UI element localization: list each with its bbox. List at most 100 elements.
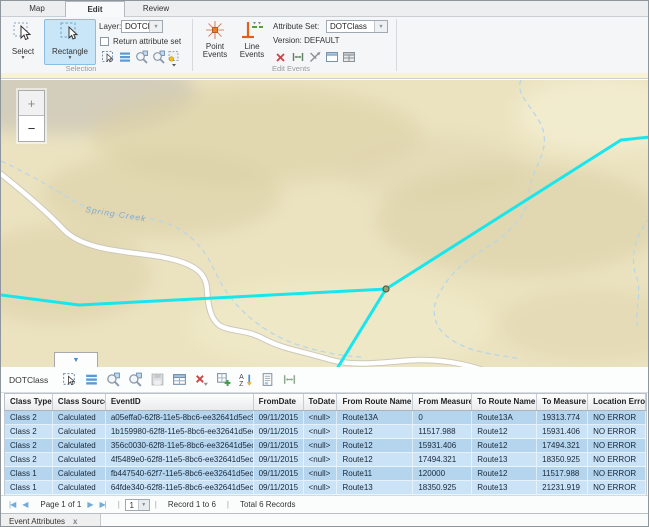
layer-dropdown-arrow-icon[interactable]: ▼ <box>149 21 162 32</box>
svg-text:A: A <box>239 374 244 381</box>
save-edits-icon[interactable] <box>150 372 165 387</box>
delete-event-icon[interactable] <box>274 50 288 64</box>
open-table-icon[interactable] <box>172 372 187 387</box>
table-cell: 0 <box>413 411 472 424</box>
column-header[interactable]: To Route Name <box>472 394 537 410</box>
report-icon[interactable] <box>260 372 275 387</box>
select-dropdown-caret-icon[interactable]: ▼ <box>5 56 41 60</box>
column-header[interactable]: From Measure <box>413 394 472 410</box>
line-events-button[interactable]: Line Events <box>235 19 269 65</box>
pan-to-selected-icon[interactable] <box>128 372 143 387</box>
separator: | <box>155 500 157 509</box>
column-header[interactable]: Class Source <box>53 394 106 410</box>
attribute-table-icon[interactable] <box>342 50 356 64</box>
layer-dropdown[interactable]: DOTClass ▼ <box>121 20 163 33</box>
table-cell: 4f5489e0-62f8-11e5-8bc6-ee32641d5ec9 <box>106 453 254 466</box>
column-header[interactable]: EventID <box>106 394 254 410</box>
table-cell: NO ERROR <box>588 453 646 466</box>
select-button[interactable]: Select ▼ <box>4 19 42 65</box>
column-header[interactable]: ToDate <box>304 394 338 410</box>
pan-to-selection-icon[interactable] <box>152 50 166 64</box>
line-events-icon <box>240 33 264 42</box>
table-cell: <null> <box>304 467 338 480</box>
select-by-rectangle-icon[interactable] <box>101 50 115 64</box>
attribute-window-icon[interactable] <box>325 50 339 64</box>
column-header[interactable]: FromDate <box>254 394 304 410</box>
table-row[interactable]: Class 2Calculateda05effa0-62f8-11e5-8bc6… <box>5 411 646 425</box>
return-attribute-set-checkbox[interactable] <box>100 37 109 46</box>
separator: | <box>227 500 229 509</box>
column-header[interactable]: Class Type <box>5 394 53 410</box>
page-number-value: 1 <box>126 500 138 510</box>
delete-record-icon[interactable] <box>194 372 209 387</box>
column-header[interactable]: From Route Name <box>337 394 413 410</box>
table-cell: <null> <box>304 481 338 494</box>
tab-map[interactable]: Map <box>9 1 65 17</box>
first-page-button[interactable]: |◀ <box>9 500 15 509</box>
table-cell: <null> <box>304 425 338 438</box>
separator: | <box>118 500 120 509</box>
edit-events-group-label: Edit Events <box>231 64 351 73</box>
table-cell: Calculated <box>53 411 106 424</box>
table-row[interactable]: Class 2Calculated1b159980-62f8-11e5-8bc6… <box>5 425 646 439</box>
split-event-icon[interactable] <box>308 50 322 64</box>
table-cell: Class 1 <box>5 467 53 480</box>
table-cell: 15931.406 <box>413 439 472 452</box>
column-header[interactable]: To Measure <box>537 394 588 410</box>
panel-collapse-button[interactable]: ▼ <box>54 352 98 367</box>
rectangle-button[interactable]: Rectangle ▼ <box>44 19 96 65</box>
table-cell: 64fde340-62f8-11e5-8bc6-ee32641d5ec9 <box>106 481 254 494</box>
zoom-out-button[interactable]: − <box>19 116 44 141</box>
selection-list-icon[interactable] <box>118 50 132 64</box>
rectangle-dropdown-caret-icon[interactable]: ▼ <box>45 56 95 60</box>
table-row[interactable]: Class 1Calculated64fde340-62f8-11e5-8bc6… <box>5 481 646 495</box>
tab-edit[interactable]: Edit <box>65 1 125 17</box>
table-cell: Class 2 <box>5 425 53 438</box>
sort-records-icon[interactable]: AZ <box>238 372 253 387</box>
point-events-button[interactable]: Point Events <box>197 19 233 65</box>
table-row[interactable]: Class 2Calculated356c0030-62f8-11e5-8bc6… <box>5 439 646 453</box>
event-attributes-tab-label: Event Attributes <box>9 517 65 526</box>
table-row[interactable]: Class 2Calculated4f5489e0-62f8-11e5-8bc6… <box>5 453 646 467</box>
point-events-icon <box>203 33 227 42</box>
table-cell: Route11 <box>337 467 413 480</box>
next-page-button[interactable]: ▶ <box>87 500 92 509</box>
map-view[interactable]: Spring Creek + − ▼ <box>1 80 649 367</box>
table-cell: Route12 <box>337 425 413 438</box>
show-selected-records-icon[interactable] <box>84 372 99 387</box>
page-number-dropdown[interactable]: 1 ▼ <box>125 499 150 511</box>
table-cell: 18350.925 <box>537 453 588 466</box>
table-body: Class 2Calculateda05effa0-62f8-11e5-8bc6… <box>4 411 647 496</box>
zoom-to-selected-icon[interactable] <box>106 372 121 387</box>
table-cell: 09/11/2015 <box>254 439 304 452</box>
attribute-set-label: Attribute Set: <box>273 22 319 31</box>
ribbon-body: Select ▼ Rectangle ▼ Layer: DOTClass ▼ <box>1 17 649 73</box>
attribute-set-dropdown-arrow-icon[interactable]: ▼ <box>374 21 387 32</box>
bottom-tab-bar: Event Attributes x <box>1 513 649 527</box>
page-dropdown-arrow-icon[interactable]: ▼ <box>138 500 149 510</box>
table-cell: Route13 <box>472 453 537 466</box>
attribute-box-icon[interactable] <box>167 50 181 64</box>
table-cell: fb447540-62f7-11e5-8bc6-ee32641d5ec9 <box>106 467 254 480</box>
previous-page-button[interactable]: ◀ <box>22 500 27 509</box>
table-cell: Route13 <box>337 481 413 494</box>
table-row[interactable]: Class 1Calculatedfb447540-62f7-11e5-8bc6… <box>5 467 646 481</box>
table-cell: Class 2 <box>5 453 53 466</box>
return-attribute-set-label: Return attribute set <box>113 37 181 46</box>
table-cell: <null> <box>304 453 338 466</box>
zoom-in-button[interactable]: + <box>19 91 44 116</box>
attribute-set-dropdown[interactable]: DOTClass ▼ <box>326 20 388 33</box>
measures-icon[interactable] <box>282 372 297 387</box>
route-junction-marker[interactable] <box>383 286 389 292</box>
table-cell: Route13A <box>337 411 413 424</box>
tab-review[interactable]: Review <box>125 1 187 17</box>
add-record-icon[interactable] <box>216 372 231 387</box>
table-cell: <null> <box>304 411 338 424</box>
close-tab-icon[interactable]: x <box>73 517 77 526</box>
tab-event-attributes[interactable]: Event Attributes x <box>1 514 101 527</box>
zoom-to-selection-icon[interactable] <box>135 50 149 64</box>
select-records-icon[interactable] <box>62 372 77 387</box>
measure-range-icon[interactable] <box>291 50 305 64</box>
last-page-button[interactable]: ▶| <box>99 500 105 509</box>
column-header[interactable]: Location Error <box>588 394 646 410</box>
